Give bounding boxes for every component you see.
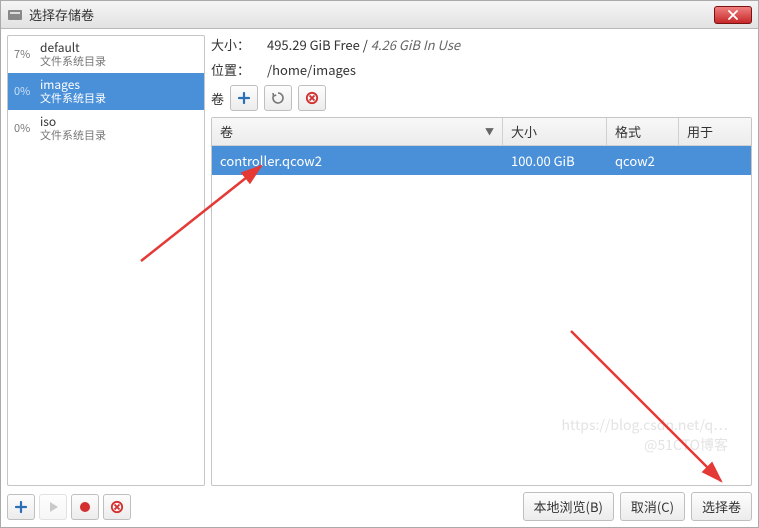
cancel-button[interactable]: 取消(C) bbox=[620, 492, 685, 521]
local-browse-button[interactable]: 本地浏览(B) bbox=[523, 492, 614, 521]
size-inuse: 4.26 GiB In Use bbox=[371, 35, 460, 54]
storage-chooser-window: 选择存储卷 7%default文件系统目录0%images文件系统目录0%iso… bbox=[0, 0, 759, 528]
pool-usage-pct: 0% bbox=[14, 120, 40, 136]
col-name[interactable]: 卷 ▼ bbox=[212, 118, 503, 145]
pool-usage-pct: 0% bbox=[14, 83, 40, 99]
main-row: 7%default文件系统目录0%images文件系统目录0%iso文件系统目录… bbox=[7, 35, 752, 486]
titlebar: 选择存储卷 bbox=[1, 1, 758, 29]
size-row: 大小： 495.29 GiB Free / 4.26 GiB In Use bbox=[211, 35, 752, 54]
delete-volume-button[interactable] bbox=[298, 85, 326, 111]
add-pool-button[interactable] bbox=[7, 494, 35, 520]
volume-table-header: 卷 ▼ 大小 格式 用于 bbox=[212, 118, 751, 146]
add-volume-button[interactable] bbox=[230, 85, 258, 111]
window-body: 7%default文件系统目录0%images文件系统目录0%iso文件系统目录… bbox=[1, 29, 758, 527]
pool-toolbar bbox=[7, 494, 131, 520]
location-row: 位置： /home/images bbox=[211, 60, 752, 79]
volume-used-by bbox=[679, 149, 751, 172]
size-free: 495.29 GiB Free bbox=[267, 35, 360, 54]
volume-format: qcow2 bbox=[607, 149, 679, 172]
pool-type: 文件系统目录 bbox=[40, 92, 106, 106]
pool-type: 文件系统目录 bbox=[40, 129, 106, 143]
pool-item-iso[interactable]: 0%iso文件系统目录 bbox=[8, 110, 204, 147]
volume-table-body[interactable]: controller.qcow2100.00 GiBqcow2 bbox=[212, 146, 751, 485]
pool-list[interactable]: 7%default文件系统目录0%images文件系统目录0%iso文件系统目录 bbox=[8, 36, 204, 485]
volume-row[interactable]: controller.qcow2100.00 GiBqcow2 bbox=[212, 146, 751, 175]
volume-table: 卷 ▼ 大小 格式 用于 controller.qcow2100.00 GiBq… bbox=[211, 117, 752, 486]
pool-item-default[interactable]: 7%default文件系统目录 bbox=[8, 36, 204, 73]
volume-label: 卷 bbox=[211, 89, 224, 108]
footer: 本地浏览(B) 取消(C) 选择卷 bbox=[7, 486, 752, 521]
window-close-button[interactable] bbox=[714, 6, 752, 24]
location-value: /home/images bbox=[267, 60, 356, 79]
pool-type: 文件系统目录 bbox=[40, 55, 106, 69]
location-label: 位置： bbox=[211, 60, 259, 79]
pool-usage-pct: 7% bbox=[14, 46, 40, 62]
col-fmt[interactable]: 格式 bbox=[607, 118, 679, 145]
volume-toolbar: 卷 bbox=[211, 85, 752, 111]
delete-pool-button[interactable] bbox=[103, 494, 131, 520]
refresh-volumes-button[interactable] bbox=[264, 85, 292, 111]
col-used[interactable]: 用于 bbox=[679, 118, 751, 145]
col-size[interactable]: 大小 bbox=[503, 118, 607, 145]
stop-pool-button[interactable] bbox=[71, 494, 99, 520]
window-title: 选择存储卷 bbox=[29, 5, 714, 24]
sort-caret-icon: ▼ bbox=[485, 125, 494, 138]
volume-name: controller.qcow2 bbox=[212, 149, 503, 172]
choose-volume-button[interactable]: 选择卷 bbox=[691, 492, 752, 521]
pool-item-images[interactable]: 0%images文件系统目录 bbox=[8, 73, 204, 110]
start-pool-button bbox=[39, 494, 67, 520]
pool-panel: 7%default文件系统目录0%images文件系统目录0%iso文件系统目录 bbox=[7, 35, 205, 486]
app-icon bbox=[7, 7, 23, 23]
volume-size: 100.00 GiB bbox=[503, 149, 607, 172]
size-label: 大小： bbox=[211, 35, 259, 54]
detail-panel: 大小： 495.29 GiB Free / 4.26 GiB In Use 位置… bbox=[211, 35, 752, 486]
